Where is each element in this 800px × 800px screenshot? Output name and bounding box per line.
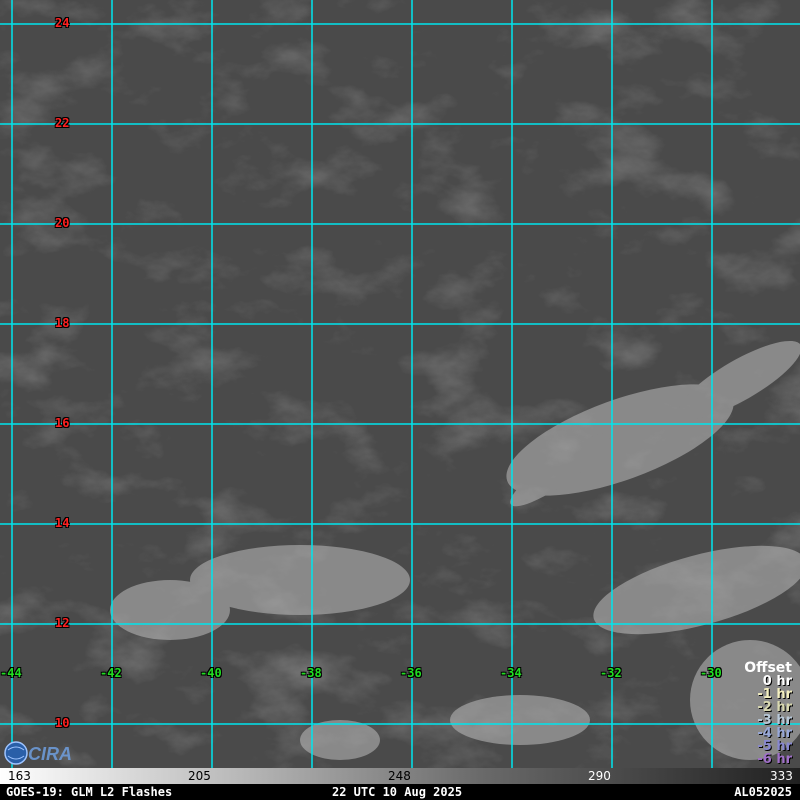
offset-legend: Offset 0 hr -1 hr -2 hr -3 hr -4 hr -5 hr -6 h… [744, 661, 792, 767]
colorbar-tick-label: 290 [588, 769, 611, 783]
cloud-texture [0, 0, 800, 768]
latitude-label: 18 [55, 316, 70, 330]
latitude-label: 24 [55, 16, 70, 30]
cira-logo: CIRA [4, 738, 76, 768]
longitude-label: -42 [100, 666, 122, 680]
latitude-label: 20 [55, 216, 70, 230]
longitude-label: -32 [600, 666, 622, 680]
longitude-label: -30 [700, 666, 722, 680]
latitude-label: 14 [55, 516, 70, 530]
colorbar-tick-label: 333 [770, 769, 793, 783]
globe-icon [4, 741, 28, 765]
footer-timestamp: 22 UTC 10 Aug 2025 [332, 785, 463, 799]
legend-entry: -6 hr [757, 752, 792, 767]
latitude-label: 22 [55, 116, 70, 130]
longitude-label: -44 [0, 666, 22, 680]
latitude-label: 16 [55, 416, 70, 430]
longitude-label: -38 [300, 666, 322, 680]
longitude-label: -34 [500, 666, 522, 680]
footer-bar: GOES-19: GLM L2 Flashes 22 UTC 10 Aug 20… [0, 784, 800, 800]
colorbar-tick-label: 205 [188, 769, 211, 783]
footer-storm-id: AL052025 [734, 785, 792, 799]
longitude-label: -36 [400, 666, 422, 680]
footer-satellite-product: GOES-19: GLM L2 Flashes [6, 785, 173, 799]
latitude-label: 10 [55, 716, 70, 730]
colorbar-tick-label: 163 [8, 769, 31, 783]
latitude-label: 12 [55, 616, 70, 630]
colorbar-tick-label: 248 [388, 769, 411, 783]
satellite-map [0, 0, 800, 768]
logo-text: CIRA [28, 744, 72, 764]
longitude-label: -40 [200, 666, 222, 680]
